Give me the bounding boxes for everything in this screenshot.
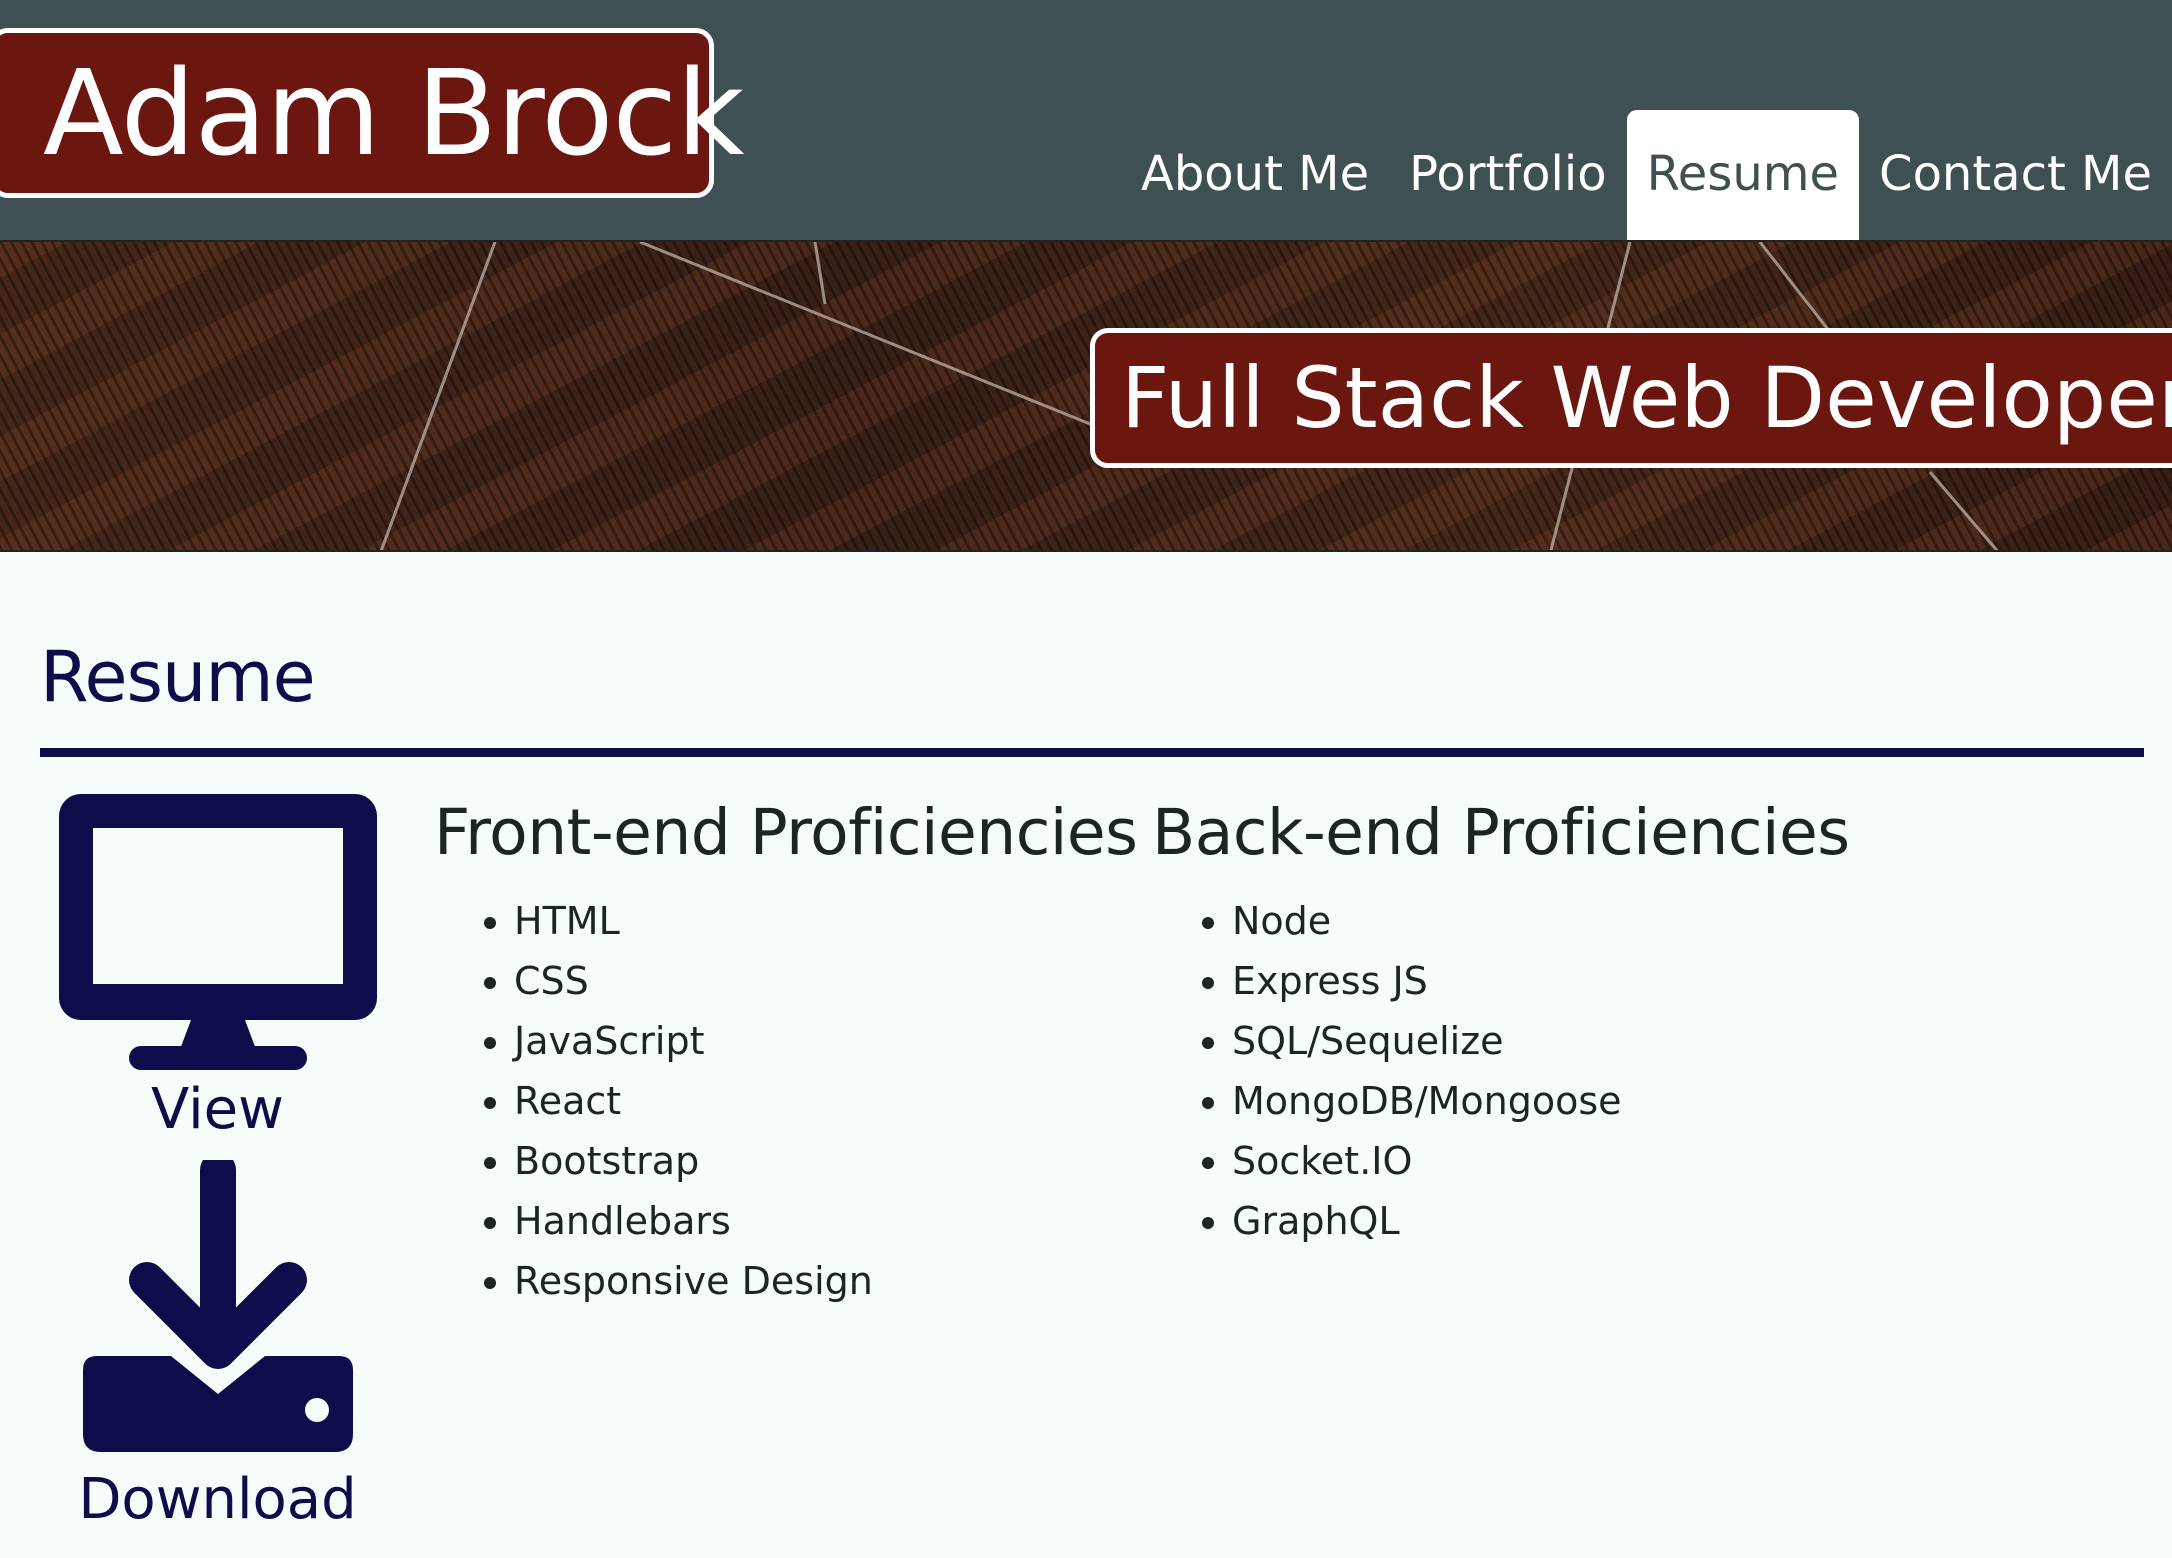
title-divider [40,748,2144,757]
nav-portfolio[interactable]: Portfolio [1389,110,1626,240]
download-label: Download [78,1467,357,1532]
nav-contact-me[interactable]: Contact Me [1859,110,2172,240]
list-item: GraphQL [1232,1191,1850,1251]
list-item: React [514,1071,1137,1131]
site-brand[interactable]: Adam Brock [0,28,745,198]
frontend-list: HTML CSS JavaScript React Bootstrap Hand… [434,891,1137,1311]
frontend-heading: Front-end Proficiencies [434,796,1138,869]
view-resume-button[interactable]: View [40,790,395,1142]
download-resume-button[interactable]: Download [40,1152,395,1532]
tagline: Full Stack Web Developer [1090,328,2172,468]
frontend-proficiencies: Front-end Proficiencies HTML CSS JavaScr… [434,796,1138,1311]
list-item: Node [1232,891,1850,951]
main-nav: About Me Portfolio Resume Contact Me [1121,110,2172,240]
download-icon [82,1152,353,1452]
list-item: Responsive Design [514,1251,1137,1311]
backend-proficiencies: Back-end Proficiencies Node Express JS S… [1152,796,1850,1251]
backend-list: Node Express JS SQL/Sequelize MongoDB/Mo… [1152,891,1850,1251]
nav-about-me[interactable]: About Me [1121,110,1389,240]
list-item: Express JS [1232,951,1850,1011]
site-header: Adam Brock About Me Portfolio Resume Con… [0,0,2172,240]
list-item: HTML [514,891,1137,951]
list-item: JavaScript [514,1011,1137,1071]
list-item: Socket.IO [1232,1131,1850,1191]
page-title: Resume [40,636,316,718]
list-item: Bootstrap [514,1131,1137,1191]
list-item: Handlebars [514,1191,1137,1251]
backend-heading: Back-end Proficiencies [1152,796,1850,869]
nav-resume[interactable]: Resume [1626,110,1860,240]
list-item: CSS [514,951,1137,1011]
monitor-icon [58,794,377,1070]
hero-banner: Full Stack Web Developer [0,240,2172,552]
view-label: View [151,1077,284,1142]
list-item: MongoDB/Mongoose [1232,1071,1850,1131]
resume-actions: View Download [40,790,395,1532]
list-item: SQL/Sequelize [1232,1011,1850,1071]
